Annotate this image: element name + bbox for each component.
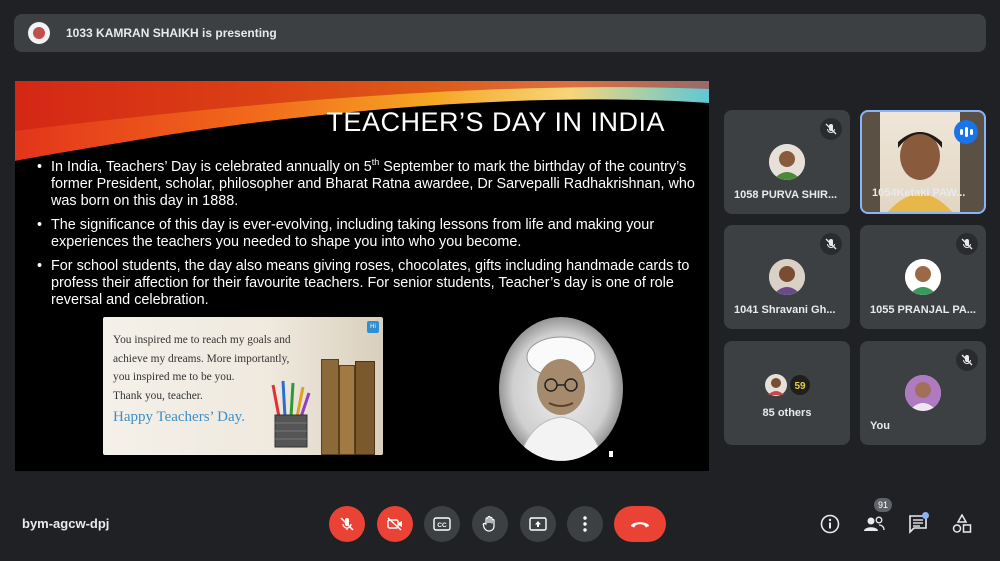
avatar (769, 259, 805, 295)
participant-name: 1054Ketaki PAW... (872, 187, 966, 199)
participant-name: 1058 PURVA SHIR... (734, 189, 838, 201)
participant-tile[interactable]: 1058 PURVA SHIR... (724, 110, 850, 214)
participant-tile[interactable]: 1041 Shravani Gh... (724, 225, 850, 329)
present-screen-icon (529, 517, 547, 531)
presenting-banner: 1033 KAMRAN SHAIKH is presenting (14, 14, 986, 52)
camera-toggle-button[interactable] (377, 506, 413, 542)
avatar (905, 259, 941, 295)
mic-off-icon (820, 118, 842, 140)
mic-off-icon (956, 349, 978, 371)
more-options-button[interactable] (567, 506, 603, 542)
card-happy-teachers-day: Happy Teachers’ Day. (113, 409, 245, 425)
others-avatars: 59 (764, 373, 812, 397)
people-icon (864, 516, 885, 531)
slide-bullet: The significance of this day is ever-evo… (37, 217, 697, 251)
end-call-button[interactable] (614, 506, 666, 542)
svg-text:59: 59 (794, 381, 806, 392)
svg-text:CC: CC (437, 522, 447, 529)
presenter-avatar (28, 22, 50, 44)
slide-bullet: For school students, the day also means … (37, 258, 697, 309)
chat-notification-dot (922, 512, 929, 519)
activities-button[interactable] (950, 512, 974, 536)
hang-up-icon (631, 522, 649, 528)
meeting-code: bym-agcw-dpj (22, 516, 110, 531)
presenting-text: 1033 KAMRAN SHAIKH is presenting (66, 26, 277, 40)
others-count-label: 85 others (762, 407, 812, 419)
hand-icon (482, 515, 495, 532)
people-button[interactable] (862, 512, 886, 536)
participant-tile-speaking[interactable]: 1054Ketaki PAW... (860, 110, 986, 214)
mic-off-icon (956, 233, 978, 255)
present-now-button[interactable] (520, 506, 556, 542)
card-badge: Hi (367, 321, 379, 333)
self-tile[interactable]: You (860, 341, 986, 445)
mic-off-icon (340, 517, 354, 531)
participant-name: 1041 Shravani Gh... (734, 304, 836, 316)
participant-tile[interactable]: 1055 PRANJAL PA... (860, 225, 986, 329)
slide-bullet-list: In India, Teachers’ Day is celebrated an… (37, 158, 697, 316)
others-tile[interactable]: 59 85 others (724, 341, 850, 445)
speaking-indicator-icon (954, 120, 978, 144)
books-icon (317, 359, 379, 455)
activities-shapes-icon (952, 514, 972, 533)
slide-bullet: In India, Teachers’ Day is celebrated an… (37, 158, 697, 210)
mic-toggle-button[interactable] (329, 506, 365, 542)
mouse-cursor (609, 451, 613, 457)
people-count-badge: 91 (874, 498, 893, 512)
mic-off-icon (820, 233, 842, 255)
participant-name: 1055 PRANJAL PA... (870, 304, 976, 316)
pencil-cup-icon (271, 380, 311, 448)
slide-title: TEACHER’S DAY IN INDIA (326, 107, 665, 137)
captions-icon: CC (433, 517, 451, 531)
captions-button[interactable]: CC (424, 506, 460, 542)
radhakrishnan-portrait (499, 317, 623, 461)
teachers-day-card-image: You inspired me to reach my goals and ac… (103, 317, 383, 455)
meeting-details-button[interactable] (818, 512, 842, 536)
more-vertical-icon (583, 516, 587, 532)
avatar (769, 144, 805, 180)
avatar (905, 375, 941, 411)
shared-screen-slide: TEACHER’S DAY IN INDIA In India, Teacher… (15, 81, 709, 471)
info-icon (820, 514, 840, 534)
participant-name: You (870, 420, 890, 432)
raise-hand-button[interactable] (472, 506, 508, 542)
camera-off-icon (387, 517, 402, 531)
